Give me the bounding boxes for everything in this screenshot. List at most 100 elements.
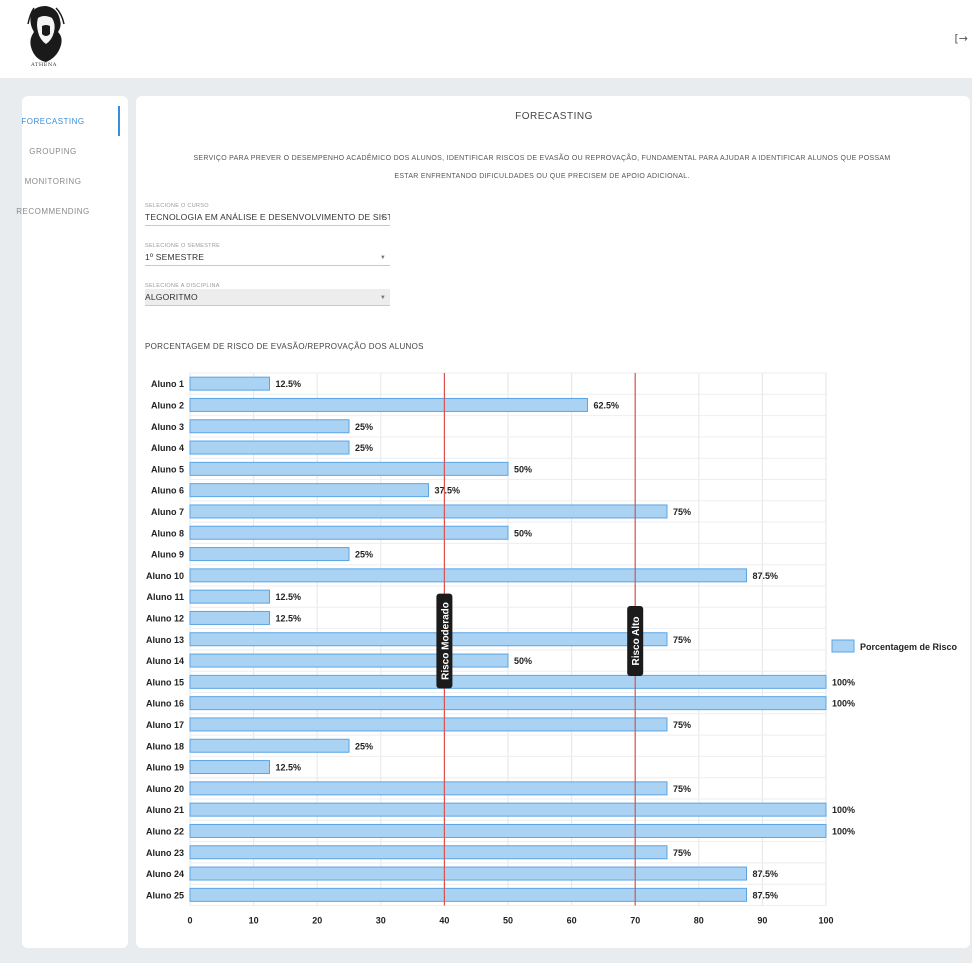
bar [189, 547, 350, 562]
y-tick-label: Aluno 25 [146, 890, 184, 900]
bar [189, 696, 827, 711]
x-tick-label: 80 [694, 916, 704, 926]
x-tick-label: 60 [567, 916, 577, 926]
y-tick-label: Aluno 22 [146, 826, 184, 836]
semester-select-text: 1º Semestre [145, 252, 205, 262]
y-tick-label: Aluno 23 [146, 848, 184, 858]
x-tick-label: 0 [187, 916, 192, 926]
semester-select-value[interactable]: 1º Semestre ▼ [145, 249, 390, 266]
focus-underline [223, 305, 299, 306]
data-label: 75% [673, 848, 691, 858]
data-label: 75% [673, 720, 691, 730]
data-label: 75% [673, 635, 691, 645]
x-tick-label: 40 [439, 916, 449, 926]
y-tick-label: Aluno 16 [146, 699, 184, 709]
bar [189, 760, 270, 775]
sidebar-item-grouping[interactable]: GROUPING [0, 147, 106, 156]
data-label: 50% [514, 464, 532, 474]
data-label: 25% [355, 422, 373, 432]
discipline-select-value[interactable]: Algoritmo ▼ [145, 289, 390, 306]
y-tick-label: Aluno 4 [151, 443, 184, 453]
x-tick-label: 90 [757, 916, 767, 926]
y-tick-label: Aluno 9 [151, 550, 184, 560]
sidebar-item-monitoring[interactable]: MONITORING [0, 177, 106, 186]
x-tick-label: 100 [818, 916, 833, 926]
bar [189, 738, 350, 753]
y-tick-label: Aluno 21 [146, 805, 184, 815]
course-select[interactable]: Selecione o curso Tecnologia em Análise … [145, 203, 390, 226]
bar [189, 781, 668, 796]
y-tick-label: Aluno 3 [151, 422, 184, 432]
bar [189, 802, 827, 817]
logo-text: ATHENA [31, 62, 57, 68]
data-label: 12.5% [276, 763, 302, 773]
data-label: 87.5% [753, 571, 779, 581]
x-tick-label: 70 [630, 916, 640, 926]
chart-heading: Porcentagem de Risco de Evasão/Reprovaçã… [145, 342, 424, 351]
data-label: 50% [514, 528, 532, 538]
logout-icon[interactable]: [→ [954, 32, 968, 45]
top-bar: ATHENA [→ [0, 0, 972, 78]
data-label: 75% [673, 507, 691, 517]
legend-label: Porcentagem de Risco [860, 642, 958, 652]
data-label: 25% [355, 741, 373, 751]
data-label: 100% [832, 699, 855, 709]
course-select-value[interactable]: Tecnologia em Análise e Desenvolvimento … [145, 209, 390, 226]
bar [189, 887, 747, 902]
x-tick-label: 10 [249, 916, 259, 926]
bar [189, 589, 270, 604]
service-description: Serviço para prever o desempenho acadêmi… [150, 150, 934, 186]
sidebar [22, 96, 128, 948]
bar [189, 504, 668, 519]
data-label: 100% [832, 826, 855, 836]
sidebar-item-recommending[interactable]: RECOMMENDING [0, 207, 106, 216]
y-tick-label: Aluno 15 [146, 677, 184, 687]
data-label: 62.5% [594, 400, 620, 410]
threshold-label: Risco Alto [627, 606, 644, 676]
discipline-select-text: Algoritmo [145, 292, 198, 302]
data-label: 25% [355, 550, 373, 560]
bar [189, 866, 747, 881]
athena-logo-icon [27, 6, 65, 62]
y-tick-label: Aluno 20 [146, 784, 184, 794]
y-tick-label: Aluno 14 [146, 656, 184, 666]
data-label: 87.5% [753, 890, 779, 900]
y-tick-label: Aluno 11 [146, 592, 184, 602]
data-label: 12.5% [276, 379, 302, 389]
bar [189, 845, 668, 860]
description-line-1: Serviço para prever o desempenho acadêmi… [193, 155, 891, 162]
description-line-2: estar enfrentando dificuldades ou que pr… [394, 173, 690, 180]
threshold-label: Risco Moderado [436, 593, 453, 689]
bar [189, 823, 827, 838]
data-label: 100% [832, 677, 855, 687]
data-label: 100% [832, 805, 855, 815]
threshold-label-text: Risco Alto [631, 616, 642, 665]
bar [189, 397, 588, 412]
data-label: 75% [673, 784, 691, 794]
bar [189, 717, 668, 732]
y-tick-label: Aluno 24 [146, 869, 184, 879]
y-tick-label: Aluno 6 [151, 486, 184, 496]
y-tick-label: Aluno 18 [146, 741, 184, 751]
discipline-select[interactable]: Selecione a disciplina Algoritmo ▼ [145, 283, 390, 306]
x-tick-label: 50 [503, 916, 513, 926]
y-tick-label: Aluno 5 [151, 464, 184, 474]
y-tick-label: Aluno 8 [151, 528, 184, 538]
bar [189, 419, 350, 434]
risk-bar-chart: 0 10 20 30 40 50 60 70 80 90 100 Aluno 1 12.5% Aluno … [146, 372, 958, 926]
bar [189, 376, 270, 391]
semester-select[interactable]: Selecione o semestre 1º Semestre ▼ [145, 243, 390, 266]
threshold-label-text: Risco Moderado [440, 602, 451, 680]
x-tick-label: 20 [312, 916, 322, 926]
bar [189, 568, 747, 583]
data-label: 37.5% [435, 486, 461, 496]
y-tick-label: Aluno 13 [146, 635, 184, 645]
course-select-text: Tecnologia em Análise e Desenvolvimento … [145, 212, 390, 222]
page-title: FORECASTING [515, 111, 593, 122]
chevron-down-icon: ▼ [379, 255, 386, 261]
data-label: 12.5% [276, 592, 302, 602]
y-tick-label: Aluno 19 [146, 763, 184, 773]
legend-swatch [831, 639, 855, 653]
x-tick-label: 30 [376, 916, 386, 926]
chevron-down-icon: ▼ [379, 295, 386, 301]
